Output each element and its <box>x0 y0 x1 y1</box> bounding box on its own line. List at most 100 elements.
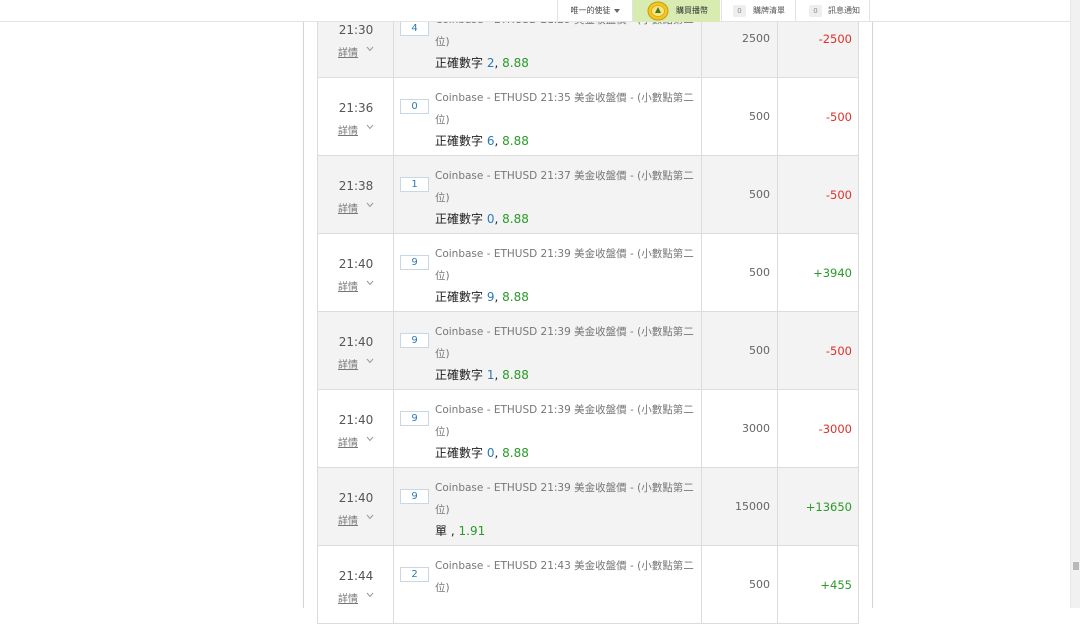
result-cell: +455 <box>778 546 860 623</box>
table-row: 21:40 詳情 9 Coinbase - ETHUSD 21:39 美金收盤價… <box>317 312 859 390</box>
result-cell: -3000 <box>778 390 860 467</box>
detail-link[interactable]: 詳情 <box>338 434 358 449</box>
coin-icon <box>647 1 669 21</box>
game-title: Coinbase - ETHUSD 21:35 美金收盤價 - (小數點第二位) <box>435 92 694 126</box>
bet-amount: 2500 <box>742 32 770 45</box>
picked-number: 4 <box>400 21 429 36</box>
chevron-down-icon[interactable] <box>366 358 374 364</box>
time-cell: 21:40 詳情 <box>318 390 394 467</box>
bet-amount: 500 <box>749 110 770 123</box>
result-cell: -500 <box>778 312 860 389</box>
user-menu-label: 唯一的使徒 <box>570 6 611 15</box>
description-cell: 9 Coinbase - ETHUSD 21:39 美金收盤價 - (小數點第二… <box>394 468 702 545</box>
bet-result: -500 <box>825 110 852 124</box>
cart-count-badge: 0 <box>733 5 746 17</box>
picked-number: 9 <box>400 411 429 426</box>
table-row: 21:40 詳情 9 Coinbase - ETHUSD 21:39 美金收盤價… <box>317 468 859 546</box>
answer-separator: , <box>494 212 499 226</box>
page-scrollbar[interactable] <box>1070 0 1080 608</box>
amount-cell: 500 <box>702 546 778 623</box>
game-title: Coinbase - ETHUSD 21:37 美金收盤價 - (小數點第二位) <box>435 170 694 204</box>
answer-separator: , <box>494 446 499 460</box>
top-navigation-bar: 唯一的使徒 購買播幣 0 購牌清單 0 訊息通知 <box>0 0 1070 22</box>
detail-link[interactable]: 詳情 <box>338 512 358 527</box>
bet-time: 21:44 <box>338 569 374 583</box>
result-cell: +13650 <box>778 468 860 545</box>
answer-prefix: 正確數字 <box>435 290 484 304</box>
chevron-down-icon[interactable] <box>366 202 374 208</box>
table-row: 21:40 詳情 9 Coinbase - ETHUSD 21:39 美金收盤價… <box>317 234 859 312</box>
description-cell: 2 Coinbase - ETHUSD 21:43 美金收盤價 - (小數點第二… <box>394 546 702 623</box>
bet-amount: 500 <box>749 344 770 357</box>
buy-coin-button[interactable]: 購買播幣 <box>632 0 720 22</box>
bet-result: +455 <box>820 578 852 592</box>
amount-cell: 500 <box>702 234 778 311</box>
bet-amount: 500 <box>749 578 770 591</box>
description-cell: 9 Coinbase - ETHUSD 21:39 美金收盤價 - (小數點第二… <box>394 312 702 389</box>
chevron-down-icon[interactable] <box>366 436 374 442</box>
answer-separator: , <box>494 368 499 382</box>
notification-count-badge: 0 <box>809 5 822 17</box>
game-title: Coinbase - ETHUSD 21:43 美金收盤價 - (小數點第二位) <box>435 560 694 594</box>
correct-answer: 單 , 1.91 <box>435 522 485 539</box>
correct-answer: 正確數字 2, 8.88 <box>435 54 529 71</box>
chevron-down-icon[interactable] <box>366 124 374 130</box>
correct-answer: 正確數字 6, 8.88 <box>435 132 529 149</box>
bet-amount: 500 <box>749 266 770 279</box>
answer-prefix: 單 <box>435 524 448 538</box>
bet-result: -500 <box>825 344 852 358</box>
detail-link[interactable]: 詳情 <box>338 590 358 605</box>
time-cell: 21:40 詳情 <box>318 234 394 311</box>
cart-label: 購牌清單 <box>753 6 785 15</box>
game-title: Coinbase - ETHUSD 21:39 美金收盤價 - (小數點第二位) <box>435 482 694 516</box>
detail-link[interactable]: 詳情 <box>338 200 358 215</box>
table-row: 21:44 詳情 2 Coinbase - ETHUSD 21:43 美金收盤價… <box>317 546 859 624</box>
cart-link[interactable]: 0 購牌清單 <box>721 0 795 22</box>
bet-time: 21:30 <box>338 23 374 37</box>
picked-number: 1 <box>400 177 429 192</box>
answer-prefix: 正確數字 <box>435 368 484 382</box>
answer-odds: 1.91 <box>458 524 486 538</box>
user-menu[interactable]: 唯一的使徒 <box>557 0 632 22</box>
correct-answer: 正確數字 0, 8.88 <box>435 444 529 461</box>
answer-separator: , <box>494 134 499 148</box>
bet-amount: 500 <box>749 188 770 201</box>
answer-prefix: 正確數字 <box>435 212 484 226</box>
result-cell: -500 <box>778 156 860 233</box>
chevron-down-icon[interactable] <box>366 514 374 520</box>
bet-result: -2500 <box>818 32 852 46</box>
description-cell: 0 Coinbase - ETHUSD 21:35 美金收盤價 - (小數點第二… <box>394 78 702 155</box>
picked-number: 9 <box>400 489 429 504</box>
answer-odds: 8.88 <box>502 446 529 460</box>
chevron-down-icon[interactable] <box>366 46 374 52</box>
bet-result: -500 <box>825 188 852 202</box>
answer-odds: 8.88 <box>502 56 529 70</box>
chevron-down-icon[interactable] <box>366 592 374 598</box>
bet-time: 21:36 <box>338 101 374 115</box>
detail-link[interactable]: 詳情 <box>338 278 358 293</box>
detail-link[interactable]: 詳情 <box>338 44 358 59</box>
result-cell: +3940 <box>778 234 860 311</box>
table-row: 21:40 詳情 9 Coinbase - ETHUSD 21:39 美金收盤價… <box>317 390 859 468</box>
description-cell: 9 Coinbase - ETHUSD 21:39 美金收盤價 - (小數點第二… <box>394 234 702 311</box>
answer-prefix: 正確數字 <box>435 446 484 460</box>
scrollbar-thumb[interactable] <box>1073 562 1079 570</box>
time-cell: 21:38 詳情 <box>318 156 394 233</box>
detail-link[interactable]: 詳情 <box>338 356 358 371</box>
notifications-link[interactable]: 0 訊息通知 <box>795 0 870 22</box>
description-cell: 9 Coinbase - ETHUSD 21:39 美金收盤價 - (小數點第二… <box>394 390 702 467</box>
answer-separator: , <box>494 56 499 70</box>
bet-amount: 3000 <box>742 422 770 435</box>
notifications-label: 訊息通知 <box>828 6 860 15</box>
time-cell: 21:40 詳情 <box>318 468 394 545</box>
picked-number: 2 <box>400 567 429 582</box>
answer-prefix: 正確數字 <box>435 134 484 148</box>
amount-cell: 500 <box>702 78 778 155</box>
bet-time: 21:40 <box>338 413 374 427</box>
caret-down-icon <box>613 8 620 13</box>
detail-link[interactable]: 詳情 <box>338 122 358 137</box>
time-cell: 21:36 詳情 <box>318 78 394 155</box>
bet-history-table: 21:30 詳情 4 Coinbase - ETHUSD 21:29 美金收盤價… <box>317 0 860 624</box>
chevron-down-icon[interactable] <box>366 280 374 286</box>
bet-time: 21:38 <box>338 179 374 193</box>
